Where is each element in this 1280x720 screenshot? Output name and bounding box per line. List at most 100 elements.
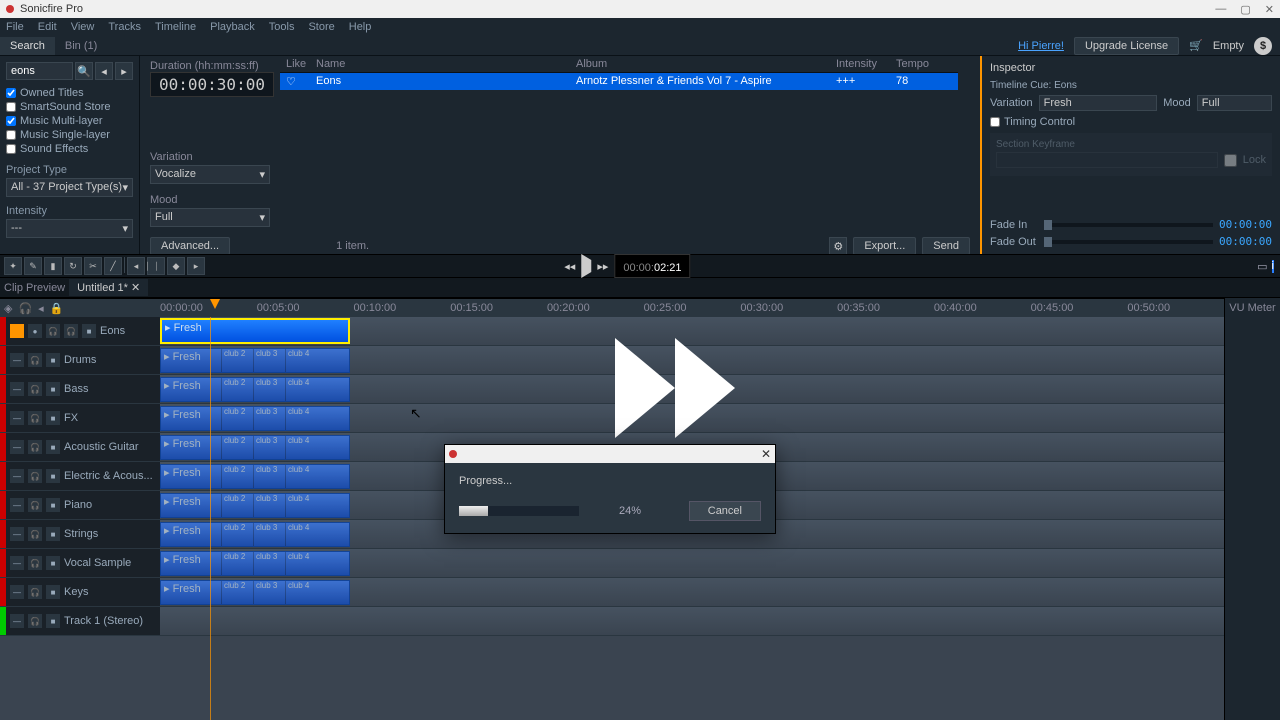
dash-icon[interactable]: — [10, 440, 24, 454]
track-header[interactable]: —🎧■Track 1 (Stereo) [6, 607, 160, 635]
track-lane[interactable] [160, 607, 1224, 635]
audio-clip[interactable]: ▸ Freshclub 2club 3club 4 [160, 522, 350, 547]
menu-store[interactable]: Store [308, 21, 334, 33]
fadein-slider[interactable] [1044, 223, 1213, 227]
tab-search[interactable]: Search [0, 37, 55, 55]
headphone-icon[interactable]: 🎧 [28, 614, 42, 628]
headphone-icon[interactable]: 🎧 [28, 411, 42, 425]
mute-icon[interactable]: ■ [46, 585, 60, 599]
fade-tool-icon[interactable]: ╱ [104, 257, 122, 275]
mute-icon[interactable]: ■ [46, 498, 60, 512]
track-lane[interactable]: ▸ Freshclub 2club 3club 4 [160, 578, 1224, 606]
dash-icon[interactable]: — [10, 382, 24, 396]
menu-tools[interactable]: Tools [269, 21, 295, 33]
headphone-icon[interactable]: 🎧 [28, 585, 42, 599]
mute-icon[interactable]: ■ [46, 440, 60, 454]
track-lane[interactable]: ▸ Freshclub 2club 3club 4 [160, 404, 1224, 432]
menu-timeline[interactable]: Timeline [155, 21, 196, 33]
close-tab-icon[interactable]: ✕ [131, 282, 140, 294]
track-header[interactable]: —🎧■Piano [6, 491, 160, 519]
cart-icon[interactable]: 🛒 [1189, 39, 1203, 52]
headphone-icon[interactable]: 🎧 [28, 498, 42, 512]
track-lane[interactable]: ▸ Freshclub 2club 3club 4 [160, 346, 1224, 374]
headphone-icon[interactable]: 🎧 [28, 440, 42, 454]
rewind-icon[interactable]: ◂◂ [564, 260, 575, 273]
chk-multi[interactable] [6, 116, 16, 126]
view-single-icon[interactable]: ▭ [1257, 260, 1267, 273]
track-header[interactable]: —🎧■FX [6, 404, 160, 432]
mute-icon[interactable]: ■ [46, 469, 60, 483]
dash-icon[interactable]: — [10, 585, 24, 599]
arm-icon[interactable]: ● [28, 324, 42, 338]
track-row[interactable]: —🎧■Drums▸ Freshclub 2club 3club 4 [0, 346, 1224, 375]
track-row[interactable]: —🎧■Bass▸ Freshclub 2club 3club 4 [0, 375, 1224, 404]
mute-icon[interactable]: ■ [46, 556, 60, 570]
headphone-icon[interactable]: 🎧 [64, 324, 78, 338]
gear-icon[interactable]: ⚙ [829, 237, 847, 255]
mute-icon[interactable]: ■ [46, 411, 60, 425]
mute-icon[interactable]: ■ [46, 614, 60, 628]
minimize-icon[interactable]: — [1215, 3, 1226, 16]
step-next-icon[interactable]: ▸ [187, 257, 205, 275]
audio-clip[interactable]: ▸ Freshclub 2club 3club 4 [160, 435, 350, 460]
menu-view[interactable]: View [71, 21, 95, 33]
headphone-icon[interactable]: 🎧 [28, 527, 42, 541]
audio-clip[interactable]: ▸ Freshclub 2club 3club 4 [160, 377, 350, 402]
chk-single[interactable] [6, 130, 16, 140]
track-row[interactable]: —🎧■FX▸ Freshclub 2club 3club 4 [0, 404, 1224, 433]
menu-file[interactable]: File [6, 21, 24, 33]
search-input[interactable] [6, 62, 73, 80]
audio-clip[interactable]: ▸ Freshclub 2club 3club 4 [160, 406, 350, 431]
track-header[interactable]: —🎧■Strings [6, 520, 160, 548]
project-type-dropdown[interactable]: All - 37 Project Type(s)▾ [6, 178, 133, 197]
mute-icon[interactable]: ■ [46, 527, 60, 541]
menu-edit[interactable]: Edit [38, 21, 57, 33]
track-color-icon[interactable] [10, 324, 24, 338]
dash-icon[interactable]: — [10, 353, 24, 367]
track-header[interactable]: —🎧■Acoustic Guitar [6, 433, 160, 461]
brush-tool-icon[interactable]: ✎ [24, 257, 42, 275]
menu-playback[interactable]: Playback [210, 21, 255, 33]
track-lane[interactable]: ▸ Fresh [160, 317, 1224, 345]
track-lane[interactable]: ▸ Freshclub 2club 3club 4 [160, 549, 1224, 577]
chk-owned[interactable] [6, 88, 16, 98]
chk-store[interactable] [6, 102, 16, 112]
track-vis-icon[interactable]: ◈ [4, 302, 12, 315]
search-icon[interactable]: 🔍 [75, 62, 93, 80]
step-diamond-icon[interactable]: ◆ [167, 257, 185, 275]
search-next-icon[interactable]: ▸ [115, 62, 133, 80]
track-header[interactable]: —🎧■Drums [6, 346, 160, 374]
dash-icon[interactable]: — [10, 614, 24, 628]
forward-icon[interactable]: ▸▸ [597, 260, 608, 273]
menu-help[interactable]: Help [349, 21, 372, 33]
track-lock-icon[interactable]: 🔒 [50, 302, 64, 315]
dash-icon[interactable]: — [10, 411, 24, 425]
mute-icon[interactable]: ■ [46, 382, 60, 396]
heart-icon[interactable]: ♡ [286, 75, 316, 88]
headphone-icon[interactable]: 🎧 [28, 469, 42, 483]
upgrade-license-button[interactable]: Upgrade License [1074, 37, 1179, 55]
user-greeting[interactable]: Hi Pierre! [1018, 40, 1064, 52]
dash-icon[interactable]: — [10, 469, 24, 483]
audio-clip[interactable]: ▸ Freshclub 2club 3club 4 [160, 551, 350, 576]
headphone-icon[interactable]: 🎧 [28, 353, 42, 367]
track-mute-icon[interactable]: 🎧 [18, 302, 32, 315]
audio-clip[interactable]: ▸ Freshclub 2club 3club 4 [160, 348, 350, 373]
track-lane[interactable]: ▸ Freshclub 2club 3club 4 [160, 375, 1224, 403]
close-icon[interactable]: ✕ [1265, 3, 1274, 16]
step-mark-icon[interactable]: ⎸⎸ [147, 257, 165, 275]
track-solo-icon[interactable]: ◂ [38, 302, 44, 315]
info-icon[interactable]: i [1272, 260, 1274, 273]
cut-tool-icon[interactable]: ✂ [84, 257, 102, 275]
fadein-tc[interactable]: 00:00:00 [1219, 218, 1272, 231]
dash-icon[interactable]: — [10, 556, 24, 570]
mute-icon[interactable]: ■ [46, 353, 60, 367]
intensity-dropdown[interactable]: ---▾ [6, 219, 133, 238]
fadeout-slider[interactable] [1044, 240, 1213, 244]
currency-icon[interactable]: $ [1254, 37, 1272, 55]
send-button[interactable]: Send [922, 237, 970, 255]
track-header[interactable]: —🎧■Electric & Acous... [6, 462, 160, 490]
result-row[interactable]: ♡ Eons Arnotz Plessner & Friends Vol 7 -… [280, 73, 958, 90]
track-row[interactable]: —🎧■Track 1 (Stereo) [0, 607, 1224, 636]
play-icon[interactable] [581, 260, 591, 272]
